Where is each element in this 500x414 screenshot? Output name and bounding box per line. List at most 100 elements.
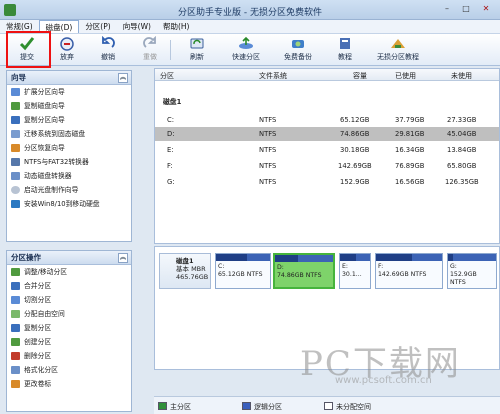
disk-group-row[interactable]: 磁盘1 <box>155 93 499 107</box>
undo-button[interactable]: 撤销 <box>94 36 122 64</box>
partition-block-g[interactable]: G: 152.9GB NTFS <box>447 253 497 289</box>
table-row[interactable]: G: NTFS 152.9GB 16.56GB 126.35GB <box>155 175 499 189</box>
cell-unused: 126.35GB <box>445 178 479 186</box>
legend-unallocated: 未分配空间 <box>336 403 371 411</box>
primary-swatch <box>158 402 167 410</box>
table-row[interactable]: F: NTFS 142.69GB 76.89GB 65.80GB <box>155 159 499 173</box>
wizard-item-label: 复制分区向导 <box>24 116 65 124</box>
usage-fill <box>376 254 412 261</box>
op-format[interactable]: 格式化分区 <box>7 363 131 377</box>
wizard-item-dynamic-disk[interactable]: 动态磁盘转换器 <box>7 169 131 183</box>
redo-button[interactable]: 重做 <box>136 36 164 64</box>
collapse-icon[interactable]: ︽ <box>118 253 128 263</box>
cell-used: 37.79GB <box>395 116 425 124</box>
partition-block-e[interactable]: E: 30.1... <box>339 253 371 289</box>
free-backup-label: 免费备份 <box>284 53 312 61</box>
wizard-item-win-to-go[interactable]: 安装Win8/10到移动硬盘 <box>7 197 131 211</box>
quick-partition-icon <box>239 36 253 49</box>
wizard-item-ntfs-fat32[interactable]: NTFS与FAT32转换器 <box>7 155 131 169</box>
partition-block-f[interactable]: F: 142.69GB NTFS <box>375 253 443 289</box>
part-letter: C: <box>218 263 225 270</box>
menu-general[interactable]: 常规(G) <box>0 20 39 33</box>
table-row[interactable]: E: NTFS 30.18GB 16.34GB 13.84GB <box>155 143 499 157</box>
disk-label[interactable]: 磁盘1 基本 MBR 465.76GB <box>159 253 211 289</box>
cell-name: C: <box>167 116 175 124</box>
minimize-icon[interactable]: – <box>438 2 456 16</box>
cell-fs: NTFS <box>259 146 277 154</box>
free-backup-button[interactable]: 免费备份 <box>278 36 318 64</box>
cell-unused: 13.84GB <box>447 146 477 154</box>
partition-ops-panel: 分区操作 ︽ 调整/移动分区 合并分区 切割分区 分配自由空间 复制分区 创建分… <box>6 250 132 412</box>
col-unused[interactable]: 未使用 <box>451 71 472 81</box>
table-row-selected[interactable]: D: NTFS 74.86GB 29.81GB 45.04GB <box>155 127 499 141</box>
cell-capacity: 30.18GB <box>340 146 370 154</box>
wizard-panel-header[interactable]: 向导 ︽ <box>7 71 131 85</box>
cell-unused: 65.80GB <box>447 162 477 170</box>
op-allocate-free[interactable]: 分配自由空间 <box>7 307 131 321</box>
op-split[interactable]: 切割分区 <box>7 293 131 307</box>
col-partition[interactable]: 分区 <box>160 71 174 81</box>
op-delete[interactable]: 删除分区 <box>7 349 131 363</box>
close-icon[interactable]: ✕ <box>477 2 495 16</box>
wizard-item-label: 安装Win8/10到移动硬盘 <box>24 200 100 208</box>
wizard-item-recovery[interactable]: 分区恢复向导 <box>7 141 131 155</box>
col-used[interactable]: 已使用 <box>395 71 416 81</box>
cell-fs: NTFS <box>259 162 277 170</box>
part-info: 30.1... <box>342 271 362 278</box>
discard-button[interactable]: 放弃 <box>52 36 82 64</box>
watermark-url: www.pcsoft.com.cn <box>335 375 432 386</box>
book-icon <box>340 38 350 49</box>
dynamic-disk-icon <box>11 172 20 180</box>
usage-fill <box>340 254 357 261</box>
usage-fill <box>275 255 299 262</box>
cell-capacity: 74.86GB <box>340 130 370 138</box>
submit-button[interactable]: 提交 <box>10 36 44 64</box>
op-change-label[interactable]: 更改卷标 <box>7 377 131 391</box>
op-label: 复制分区 <box>24 324 52 332</box>
op-resize-move[interactable]: 调整/移动分区 <box>7 265 131 279</box>
usage-fill <box>216 254 248 261</box>
wizard-item-migrate-ssd[interactable]: 迁移系统到固态磁盘 <box>7 127 131 141</box>
resize-icon <box>11 268 20 276</box>
quick-partition-button[interactable]: 快速分区 <box>226 36 266 64</box>
refresh-button[interactable]: 刷新 <box>182 36 212 64</box>
submit-label: 提交 <box>20 53 34 61</box>
usage-fill <box>448 254 454 261</box>
op-create[interactable]: 创建分区 <box>7 335 131 349</box>
partition-block-c[interactable]: C: 65.12GB NTFS <box>215 253 271 289</box>
wizard-item-copy-disk[interactable]: 复制磁盘向导 <box>7 99 131 113</box>
label-icon <box>11 380 20 388</box>
menu-help[interactable]: 帮助(H) <box>157 20 196 33</box>
cell-used: 29.81GB <box>395 130 425 138</box>
delete-icon <box>11 352 20 360</box>
op-merge[interactable]: 合并分区 <box>7 279 131 293</box>
col-filesystem[interactable]: 文件系统 <box>259 71 287 81</box>
op-label: 创建分区 <box>24 338 52 346</box>
op-copy[interactable]: 复制分区 <box>7 321 131 335</box>
cell-used: 16.56GB <box>395 178 425 186</box>
tutorial-button[interactable]: 教程 <box>330 36 360 64</box>
cell-name: D: <box>167 130 175 138</box>
redo-label: 重做 <box>143 53 157 61</box>
menu-wizard[interactable]: 向导(W) <box>117 20 157 33</box>
collapse-icon[interactable]: ︽ <box>118 73 128 83</box>
part-info: 152.9GB NTFS <box>450 271 477 286</box>
lossless-tutorial-button[interactable]: 无损分区教程 <box>370 36 426 64</box>
partition-panel-header[interactable]: 分区操作 ︽ <box>7 251 131 265</box>
logical-swatch <box>242 402 251 410</box>
left-pane: 向导 ︽ 扩展分区向导 复制磁盘向导 复制分区向导 迁移系统到固态磁盘 分区恢复… <box>6 70 132 412</box>
part-letter: D: <box>277 264 284 271</box>
wizard-item-copy-partition[interactable]: 复制分区向导 <box>7 113 131 127</box>
wizard-item-extend[interactable]: 扩展分区向导 <box>7 85 131 99</box>
cd-icon <box>11 186 20 194</box>
table-row[interactable]: C: NTFS 65.12GB 37.79GB 27.33GB <box>155 113 499 127</box>
maximize-icon[interactable]: □ <box>457 2 475 16</box>
wizard-item-boot-cd[interactable]: 启动光盘制作向导 <box>7 183 131 197</box>
partition-block-d[interactable]: D: 74.86GB NTFS <box>273 253 335 289</box>
wizard-item-label: 分区恢复向导 <box>24 144 65 152</box>
menu-partition[interactable]: 分区(P) <box>79 20 116 33</box>
discard-label: 放弃 <box>60 53 74 61</box>
disk-size: 465.76GB <box>176 273 209 281</box>
col-capacity[interactable]: 容量 <box>353 71 367 81</box>
menu-disk[interactable]: 磁盘(D) <box>38 20 80 33</box>
